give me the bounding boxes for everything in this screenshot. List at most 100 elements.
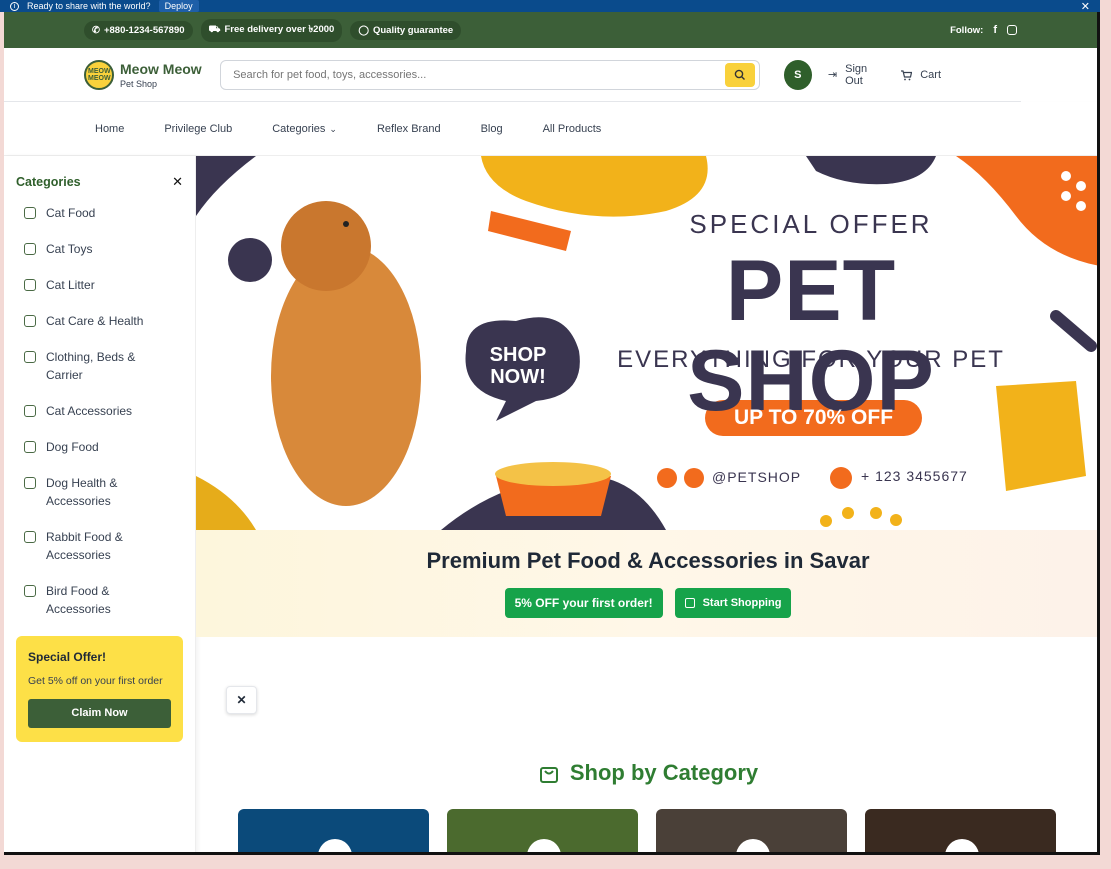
category-card[interactable] (656, 809, 847, 852)
phone-pill: ✆ +880-1234-567890 (84, 20, 193, 40)
start-shopping-label: Start Shopping (702, 597, 782, 609)
instagram-icon[interactable] (1007, 25, 1017, 35)
category-sidebar: Categories ✕ Cat Food Cat Toys Cat Litte… (4, 156, 196, 852)
follow-label: Follow: (950, 24, 984, 36)
sidebar-item-label: Cat Toys (46, 242, 93, 256)
info-icon: i (10, 1, 19, 11)
truck-icon: ⛟ (208, 24, 221, 35)
brand-sub: Pet Shop (120, 78, 158, 89)
main-nav: Home Privilege Club Categories ⌄ Reflex B… (4, 102, 1097, 156)
search-input[interactable] (233, 68, 725, 81)
shield-icon: ◯ (358, 24, 369, 36)
logo-text: MEOW MEOW (88, 67, 111, 82)
deploy-message: Ready to share with the world? (27, 1, 151, 11)
hero-discount: UP TO 70% OFF (733, 406, 894, 429)
close-icon[interactable]: ✕ (172, 174, 183, 190)
quality-pill: ◯ Quality guarantee (350, 20, 462, 40)
first-order-button[interactable]: 5% OFF your first order! (504, 588, 663, 618)
delivery-text: Free delivery over ৳2000 (224, 23, 335, 35)
sidebar-item-bird-food[interactable]: Bird Food & Accessories (24, 582, 175, 618)
box-icon (24, 279, 36, 291)
search-bar (220, 59, 760, 90)
dog-icon (24, 441, 36, 453)
search-button[interactable] (724, 62, 755, 87)
nav-home[interactable]: Home (95, 123, 124, 135)
shopping-bag-icon (539, 767, 558, 783)
logo[interactable]: MEOW MEOW Meow Meow Pet Shop (84, 59, 204, 90)
category-cards (238, 809, 1056, 852)
quality-text: Quality guarantee (372, 24, 454, 36)
sidebar-item-label: Cat Accessories (46, 404, 133, 418)
sidebar-item-cat-accessories[interactable]: Cat Accessories (24, 402, 175, 420)
sidebar-item-label: Dog Health & Accessories (46, 476, 118, 508)
close-icon[interactable]: ✕ (226, 686, 257, 714)
category-card[interactable] (238, 809, 429, 852)
hero-banner[interactable]: SPECIAL OFFER PET SHOP EVERYTHING FOR YO… (196, 156, 1097, 530)
cart-icon (901, 69, 913, 80)
category-card[interactable] (865, 809, 1056, 852)
phone-icon: ✆ (92, 24, 100, 36)
gamepad-icon (24, 243, 36, 255)
sidebar-item-cat-litter[interactable]: Cat Litter (24, 276, 175, 294)
gem-icon (24, 405, 36, 417)
category-card-badge (527, 839, 561, 852)
facebook-icon[interactable]: f (993, 24, 997, 36)
sidebar-item-label: Rabbit Food & Accessories (46, 530, 123, 562)
sign-out-label: Sign Out (845, 62, 868, 87)
nav-reflex-brand[interactable]: Reflex Brand (377, 123, 441, 135)
promo-heading: Premium Pet Food & Accessories in Savar (426, 548, 870, 573)
nav-privilege-club[interactable]: Privilege Club (164, 123, 232, 135)
hero-headline: PET SHOP (687, 243, 935, 429)
chevron-down-icon: ⌄ (329, 123, 337, 134)
category-card-badge (736, 839, 770, 852)
promo-strip: Premium Pet Food & Accessories in Savar … (196, 530, 1097, 637)
sidebar-list: Cat Food Cat Toys Cat Litter Cat Care & … (4, 204, 195, 618)
sidebar-item-cat-food[interactable]: Cat Food (24, 204, 175, 222)
sidebar-item-label: Bird Food & Accessories (46, 584, 111, 616)
nav-categories-label: Categories (272, 122, 326, 135)
sidebar-item-label: Cat Litter (46, 278, 95, 292)
sidebar-item-label: Dog Food (46, 440, 99, 454)
nav-blog[interactable]: Blog (481, 123, 503, 135)
delivery-pill: ⛟ Free delivery over ৳2000 (200, 18, 343, 42)
deploy-bar: i Ready to share with the world? Deploy … (0, 0, 1100, 13)
sidebar-item-clothing[interactable]: Clothing, Beds & Carrier (24, 348, 175, 384)
cart-button[interactable]: Cart (900, 69, 941, 81)
hero-bubble-text: SHOP NOW! (489, 344, 547, 388)
hero-special-offer: SPECIAL OFFER (689, 209, 933, 239)
sidebar-item-label: Cat Food (46, 206, 96, 220)
start-shopping-button[interactable]: Start Shopping (674, 588, 792, 618)
category-card-badge (945, 839, 979, 852)
follow-group: Follow: f (950, 24, 1017, 36)
sidebar-item-label: Clothing, Beds & Carrier (46, 350, 136, 382)
sidebar-item-cat-care[interactable]: Cat Care & Health (24, 312, 175, 330)
sidebar-item-dog-health[interactable]: Dog Health & Accessories (24, 474, 175, 510)
sidebar-item-rabbit-food[interactable]: Rabbit Food & Accessories (24, 528, 175, 564)
sign-out-button[interactable]: ⇥ Sign Out (828, 63, 884, 87)
crown-icon (24, 207, 36, 219)
shopping-bag-icon (684, 598, 695, 608)
sidebar-item-label: Cat Care & Health (46, 314, 144, 328)
category-card[interactable] (447, 809, 638, 852)
close-icon[interactable]: ✕ (1081, 0, 1090, 13)
claim-now-button[interactable]: Claim Now (28, 699, 171, 728)
sidebar-title: Categories (16, 175, 81, 189)
sidebar-item-cat-toys[interactable]: Cat Toys (24, 240, 175, 258)
nav-categories[interactable]: Categories ⌄ (272, 123, 337, 135)
hero-phone: + 123 3455677 (861, 468, 968, 484)
main-content: SPECIAL OFFER PET SHOP EVERYTHING FOR YO… (196, 156, 1097, 852)
category-card-badge (318, 839, 352, 852)
special-offer-card: Special Offer! Get 5% off on your first … (16, 636, 183, 742)
cart-label: Cart (920, 68, 941, 81)
deploy-button[interactable]: Deploy (158, 0, 199, 12)
top-info-bar: ✆ +880-1234-567890 ⛟ Free delivery over ৳2… (4, 12, 1097, 48)
brand-name: Meow Meow (120, 60, 202, 77)
sidebar-item-dog-food[interactable]: Dog Food (24, 438, 175, 456)
sign-out-icon: ⇥ (827, 69, 838, 81)
carrot-icon (24, 531, 36, 543)
avatar[interactable]: S (783, 59, 812, 90)
logo-badge: MEOW MEOW (84, 59, 114, 90)
browser-viewport: ✆ +880-1234-567890 ⛟ Free delivery over ৳2… (4, 12, 1100, 855)
nav-all-products[interactable]: All Products (543, 123, 602, 135)
hero-tagline: EVERYTHING FOR YOUR PET (617, 346, 1005, 373)
